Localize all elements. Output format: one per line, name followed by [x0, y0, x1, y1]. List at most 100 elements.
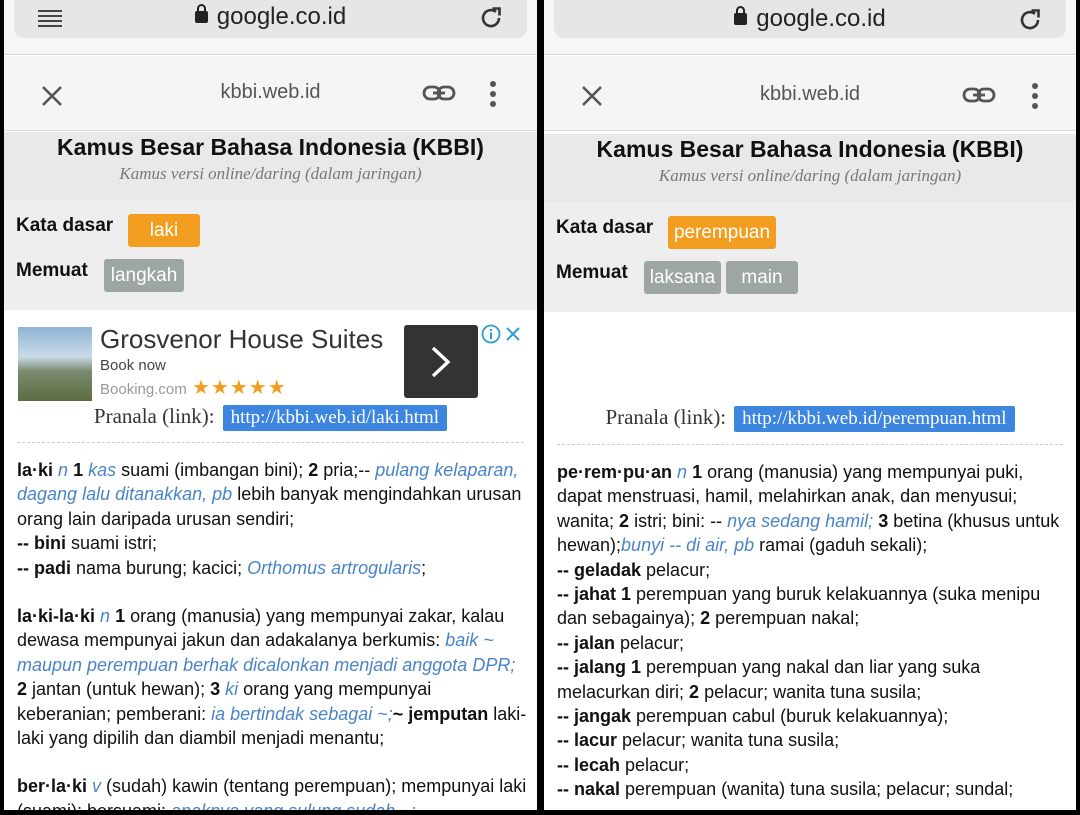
entry-term: -- padi	[17, 557, 71, 578]
pranala-link[interactable]: http://kbbi.web.id/laki.html	[222, 405, 448, 431]
site-header: Kamus Besar Bahasa Indonesia (KBBI) Kamu…	[544, 134, 1076, 202]
entry-text: pelacur;	[615, 632, 685, 653]
entry-text: pria;--	[318, 460, 376, 480]
address-field[interactable]: google.co.id	[554, 0, 1066, 38]
entry-term: -- jahat 1	[557, 584, 632, 605]
entry-text: pelacur;	[620, 754, 690, 775]
reload-icon[interactable]	[477, 4, 505, 32]
address-text: google.co.id	[14, 3, 527, 31]
entry-term: ~ jemputan	[392, 703, 489, 724]
link-icon[interactable]	[962, 80, 996, 110]
pranala-label: Pranala (link):	[93, 404, 215, 428]
entry-term: 1	[73, 460, 84, 480]
word-class[interactable]: n	[58, 460, 68, 480]
word-class[interactable]: ki	[225, 679, 238, 699]
url-label: google.co.id	[756, 5, 886, 32]
word-class[interactable]: n	[100, 606, 110, 626]
entry-term: ber·la·ki	[17, 776, 88, 797]
toolbar-url: kbbi.web.id	[759, 83, 861, 105]
entry-text: pelacur; wanita tuna susila;	[699, 681, 922, 702]
example-text[interactable]: nya sedang hamil;	[727, 511, 873, 531]
kata-dasar-label: Kata dasar	[556, 217, 654, 238]
pranala-link[interactable]: http://kbbi.web.id/perempuan.html	[734, 406, 1015, 432]
entry-text: perempuan (wanita) tuna susila; pelacur;…	[620, 779, 1014, 800]
definitions: la·ki n 1 kas suami (imbangan bini); 2 p…	[17, 458, 527, 810]
ad-banner[interactable]: Grosvenor House Suites Book now Booking.…	[14, 322, 526, 402]
word-class[interactable]: n	[677, 462, 687, 482]
example-text[interactable]: anaknya yang sulung sudah ~;	[171, 801, 416, 810]
entry-term: 1	[115, 606, 126, 627]
site-subtitle: Kamus versi online/daring (dalam jaringa…	[658, 166, 962, 185]
address-field[interactable]: google.co.id	[14, 0, 527, 38]
entry-term: 2	[700, 608, 711, 629]
ad-open-button[interactable]	[404, 325, 478, 398]
url-label: google.co.id	[216, 3, 347, 30]
entry-text: ramai (gaduh sekali);	[754, 535, 928, 556]
entry-term: -- jalan	[557, 632, 616, 653]
entry-text: pelacur;	[641, 559, 711, 580]
entry-text: nama burung; kacici;	[71, 557, 248, 578]
word-tags: Kata dasar laki Memuat langkah	[4, 200, 537, 310]
kata-dasar-label: Kata dasar	[16, 215, 114, 236]
dictionary-entry: ber·la·ki v (sudah) kawin (tentang perem…	[17, 774, 527, 810]
ad-close-icon[interactable]	[503, 324, 523, 344]
entry-term: 3	[878, 510, 889, 531]
example-text[interactable]: bunyi -- di air, pb	[621, 535, 754, 555]
divider	[17, 442, 524, 443]
entry-text: jantan (untuk hewan);	[27, 679, 211, 700]
kata-dasar-chip[interactable]: perempuan	[668, 216, 776, 249]
word-class[interactable]: v	[92, 776, 101, 796]
entry-term: -- geladak	[557, 559, 642, 580]
entry-term: 2	[619, 510, 630, 531]
entry-text: perempuan nakal;	[710, 608, 860, 629]
ad-rating-stars: ★★★★★	[192, 377, 287, 399]
left-screenshot: google.co.id kbbi.web.id Kamus Besar Bah…	[4, 0, 537, 810]
memuat-chip[interactable]: laksana	[644, 261, 721, 294]
entry-text: ;	[421, 557, 427, 578]
site-title: Kamus Besar Bahasa Indonesia (KBBI)	[596, 136, 1024, 162]
site-subtitle: Kamus versi online/daring (dalam jaringa…	[119, 164, 422, 183]
dictionary-entry: pe·rem·pu·an n 1 orang (manusia) yang me…	[557, 460, 1066, 802]
ad-image	[18, 327, 92, 401]
definitions: pe·rem·pu·an n 1 orang (manusia) yang me…	[557, 460, 1066, 810]
entry-text: istri; bini: --	[629, 510, 728, 531]
entry-term: -- lecah	[557, 754, 621, 775]
ad-info-icon[interactable]	[481, 324, 501, 344]
link-icon[interactable]	[422, 78, 456, 108]
custom-tab-toolbar: kbbi.web.id	[544, 56, 1076, 131]
entry-term: -- nakal	[557, 779, 621, 800]
entry-text: suami (imbangan bini);	[116, 460, 309, 480]
right-screenshot: google.co.id kbbi.web.id Kamus Besar Bah…	[544, 0, 1076, 810]
entry-term: la·ki	[17, 460, 54, 480]
word-class[interactable]: kas	[88, 460, 116, 480]
entry-term: pe·rem·pu·an	[557, 462, 673, 482]
entry-term: -- jalang 1	[557, 657, 642, 678]
entry-term: 2	[689, 681, 700, 702]
address-text: google.co.id	[554, 5, 1066, 33]
reload-icon[interactable]	[1016, 6, 1044, 34]
more-options-icon[interactable]	[488, 80, 498, 108]
site-header: Kamus Besar Bahasa Indonesia (KBBI) Kamu…	[4, 132, 537, 200]
pranala-label: Pranala (link):	[605, 405, 727, 429]
lock-icon	[734, 6, 748, 25]
pranala: Pranala (link): http://kbbi.web.id/laki.h…	[4, 404, 537, 431]
entry-text: pelacur; wanita tuna susila;	[617, 730, 840, 751]
dictionary-entry: la·ki n 1 kas suami (imbangan bini); 2 p…	[17, 458, 527, 580]
entry-term: -- lacur	[557, 730, 618, 751]
toolbar-url: kbbi.web.id	[220, 81, 321, 103]
memuat-chip[interactable]: langkah	[104, 259, 184, 292]
chevron-right-icon	[431, 346, 451, 378]
entry-term: 2	[308, 460, 319, 480]
example-text[interactable]: Orthomus artrogularis	[247, 558, 421, 578]
custom-tab-toolbar: kbbi.web.id	[4, 56, 537, 131]
example-text[interactable]: ia bertindak sebagai ~;	[211, 704, 393, 724]
entry-term: -- jangak	[557, 706, 632, 727]
dictionary-entry: la·ki-la·ki n 1 orang (manusia) yang mem…	[17, 604, 527, 750]
more-options-icon[interactable]	[1030, 82, 1040, 110]
entry-term: la·ki-la·ki	[17, 606, 96, 627]
kata-dasar-chip[interactable]: laki	[128, 214, 200, 247]
entry-term: 3	[210, 679, 221, 700]
entry-term: -- bini	[17, 533, 66, 554]
memuat-chip[interactable]: main	[726, 261, 798, 294]
entry-term: 1	[692, 462, 703, 482]
